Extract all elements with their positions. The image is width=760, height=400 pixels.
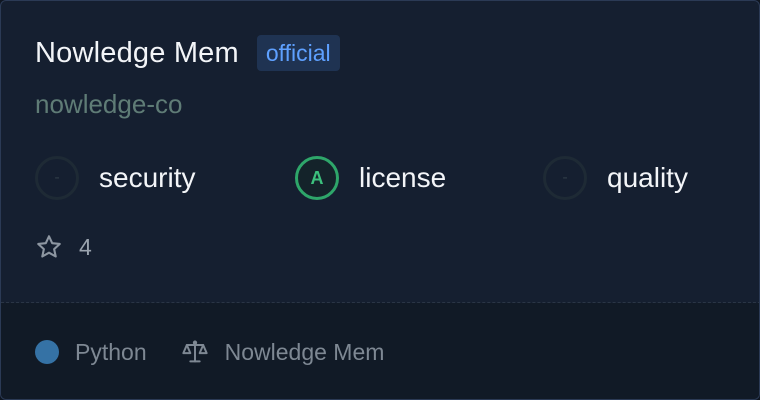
stars-stat: 4 — [35, 233, 92, 261]
quality-grade-badge: - — [543, 156, 587, 200]
server-card[interactable]: Nowledge Mem official nowledge-co - secu… — [0, 0, 760, 400]
score-row: - security A license - quality — [35, 153, 735, 203]
footer-meta: Python Nowledge Mem — [35, 338, 384, 366]
security-grade-badge: - — [35, 156, 79, 200]
score-security[interactable]: - security — [35, 153, 195, 203]
quality-label: quality — [607, 162, 688, 193]
language-color-dot — [35, 340, 59, 364]
card-footer: Python Nowledge Mem — [1, 303, 759, 399]
license-label: license — [359, 162, 447, 193]
star-icon — [37, 235, 61, 258]
license-grade-badge: A — [295, 156, 339, 200]
score-quality[interactable]: - quality — [543, 153, 688, 203]
card-header: Nowledge Mem official — [35, 35, 340, 71]
score-license[interactable]: A license — [295, 153, 446, 203]
star-count: 4 — [79, 233, 92, 260]
owner-name[interactable]: nowledge-co — [35, 89, 182, 120]
license-name[interactable]: Nowledge Mem — [225, 339, 385, 366]
scale-icon — [181, 340, 208, 363]
official-badge: official — [256, 35, 340, 71]
security-label: security — [99, 162, 196, 193]
language-name: Python — [75, 338, 147, 365]
card-title[interactable]: Nowledge Mem — [35, 37, 239, 70]
